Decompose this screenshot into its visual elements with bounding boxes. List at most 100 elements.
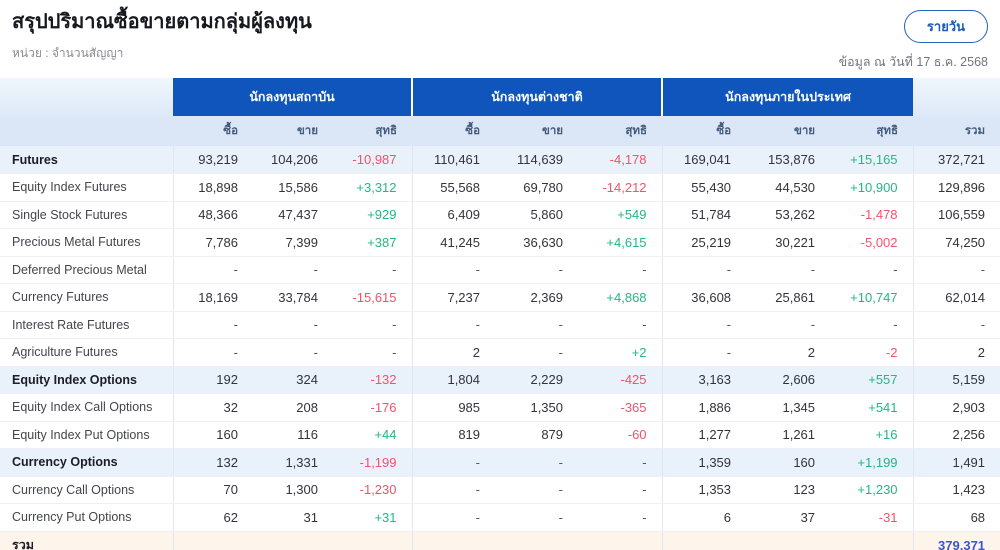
value-cell: 1,331 (253, 448, 333, 477)
row-label: Interest Rate Futures (0, 311, 173, 339)
value-cell: 7,237 (411, 283, 496, 312)
value-cell: 1,359 (661, 448, 747, 477)
value-cell: - (746, 311, 831, 339)
value-cell: 37 (746, 503, 831, 532)
sub-header-total: รวม (913, 116, 1000, 146)
sub-header-sell: ขาย (253, 116, 333, 146)
empty-cell (495, 531, 579, 550)
value-cell: 25,861 (746, 283, 831, 312)
value-cell: 985 (411, 393, 496, 422)
value-cell: +1,230 (830, 476, 914, 504)
value-cell: 18,898 (172, 173, 253, 202)
value-cell: - (172, 338, 253, 367)
value-cell: 5,860 (495, 201, 579, 229)
group-header-institution: นักลงทุนสถาบัน (173, 78, 413, 116)
value-cell: - (411, 503, 496, 532)
value-cell: 819 (411, 421, 496, 449)
value-cell: 25,219 (661, 228, 747, 257)
row-label: Currency Options (0, 448, 173, 477)
value-cell: +44 (333, 421, 413, 449)
value-cell: 55,430 (661, 173, 747, 202)
table-row: Currency Options 132 1,331 -1,199- - -1,359 16… (0, 448, 1000, 477)
value-cell: - (661, 311, 747, 339)
value-cell: - (253, 311, 333, 339)
table-header: นักลงทุนสถาบัน นักลงทุนต่างชาติ นักลงทุน… (0, 78, 1000, 146)
table-row: Precious Metal Futures 7,786 7,399 +387 41,2… (0, 228, 1000, 257)
value-cell: +3,312 (333, 173, 413, 202)
value-cell: +31 (333, 503, 413, 532)
value-cell: 2 (746, 338, 831, 367)
value-cell: 7,399 (253, 228, 333, 257)
value-cell: - (253, 256, 333, 284)
value-cell: -1,230 (333, 476, 413, 504)
value-cell: 53,262 (746, 201, 831, 229)
value-cell: +4,615 (578, 228, 663, 257)
value-cell: 110,461 (411, 146, 496, 174)
empty-cell (661, 531, 747, 550)
value-cell: 114,639 (495, 146, 579, 174)
page-title: สรุปปริมาณซื้อขายตามกลุ่มผู้ลงทุน (12, 11, 312, 33)
value-cell: 2,903 (912, 393, 1000, 422)
value-cell: 1,353 (661, 476, 747, 504)
value-cell: 1,804 (411, 366, 496, 394)
value-cell: - (411, 448, 496, 477)
row-label: Currency Put Options (0, 503, 173, 532)
value-cell: 33,784 (253, 283, 333, 312)
value-cell: - (253, 338, 333, 367)
group-header-domestic: นักลงทุนภายในประเทศ (661, 78, 914, 116)
value-cell: 36,630 (495, 228, 579, 257)
value-cell: 324 (253, 366, 333, 394)
value-cell: +2 (578, 338, 663, 367)
value-cell: - (333, 338, 413, 367)
investor-summary-page: สรุปปริมาณซื้อขายตามกลุ่มผู้ลงทุน หน่วย … (0, 0, 1000, 550)
value-cell: +10,900 (830, 173, 914, 202)
value-cell: - (411, 311, 496, 339)
value-cell: -2 (830, 338, 914, 367)
empty-cell (333, 531, 413, 550)
empty-cell (746, 531, 831, 550)
value-cell: -1,478 (830, 201, 914, 229)
empty-cell (578, 531, 663, 550)
value-cell: 36,608 (661, 283, 747, 312)
value-cell: - (912, 311, 1000, 339)
value-cell: -365 (578, 393, 663, 422)
value-cell: 116 (253, 421, 333, 449)
table-row: Equity Index Futures 18,898 15,586 +3,312 55… (0, 173, 1000, 202)
empty-cell (830, 531, 914, 550)
group-header-row: นักลงทุนสถาบัน นักลงทุนต่างชาติ นักลงทุน… (0, 78, 1000, 116)
row-label: Agriculture Futures (0, 338, 173, 367)
empty-cell (172, 531, 253, 550)
value-cell: - (578, 256, 663, 284)
row-label: Equity Index Options (0, 366, 173, 394)
value-cell: 44,530 (746, 173, 831, 202)
value-cell: 153,876 (746, 146, 831, 174)
value-cell: 123 (746, 476, 831, 504)
value-cell: 106,559 (912, 201, 1000, 229)
row-label: Futures (0, 146, 173, 174)
value-cell: - (661, 256, 747, 284)
sub-header-net: สุทธิ (578, 116, 663, 146)
value-cell: +929 (333, 201, 413, 229)
value-cell: 47,437 (253, 201, 333, 229)
value-cell: - (495, 448, 579, 477)
value-cell: 879 (495, 421, 579, 449)
topbar-left: สรุปปริมาณซื้อขายตามกลุ่มผู้ลงทุน หน่วย … (12, 10, 312, 63)
value-cell: - (495, 503, 579, 532)
total-row: รวม 379,371 (0, 531, 1000, 550)
value-cell: 1,423 (912, 476, 1000, 504)
daily-period-button[interactable]: รายวัน (903, 10, 988, 43)
value-cell: -10,987 (333, 146, 413, 174)
row-label: Currency Futures (0, 283, 173, 312)
table-row: Equity Index Options 192 324 -132 1,804 2,229… (0, 366, 1000, 394)
value-cell: 169,041 (661, 146, 747, 174)
value-cell: 1,277 (661, 421, 747, 449)
value-cell: -5,002 (830, 228, 914, 257)
value-cell: - (912, 256, 1000, 284)
value-cell: 93,219 (172, 146, 253, 174)
value-cell: 41,245 (411, 228, 496, 257)
value-cell: 1,350 (495, 393, 579, 422)
investor-group-table: นักลงทุนสถาบัน นักลงทุนต่างชาติ นักลงทุน… (0, 78, 1000, 550)
value-cell: +4,868 (578, 283, 663, 312)
sub-header-buy: ซื้อ (662, 116, 747, 146)
value-cell: - (830, 311, 914, 339)
